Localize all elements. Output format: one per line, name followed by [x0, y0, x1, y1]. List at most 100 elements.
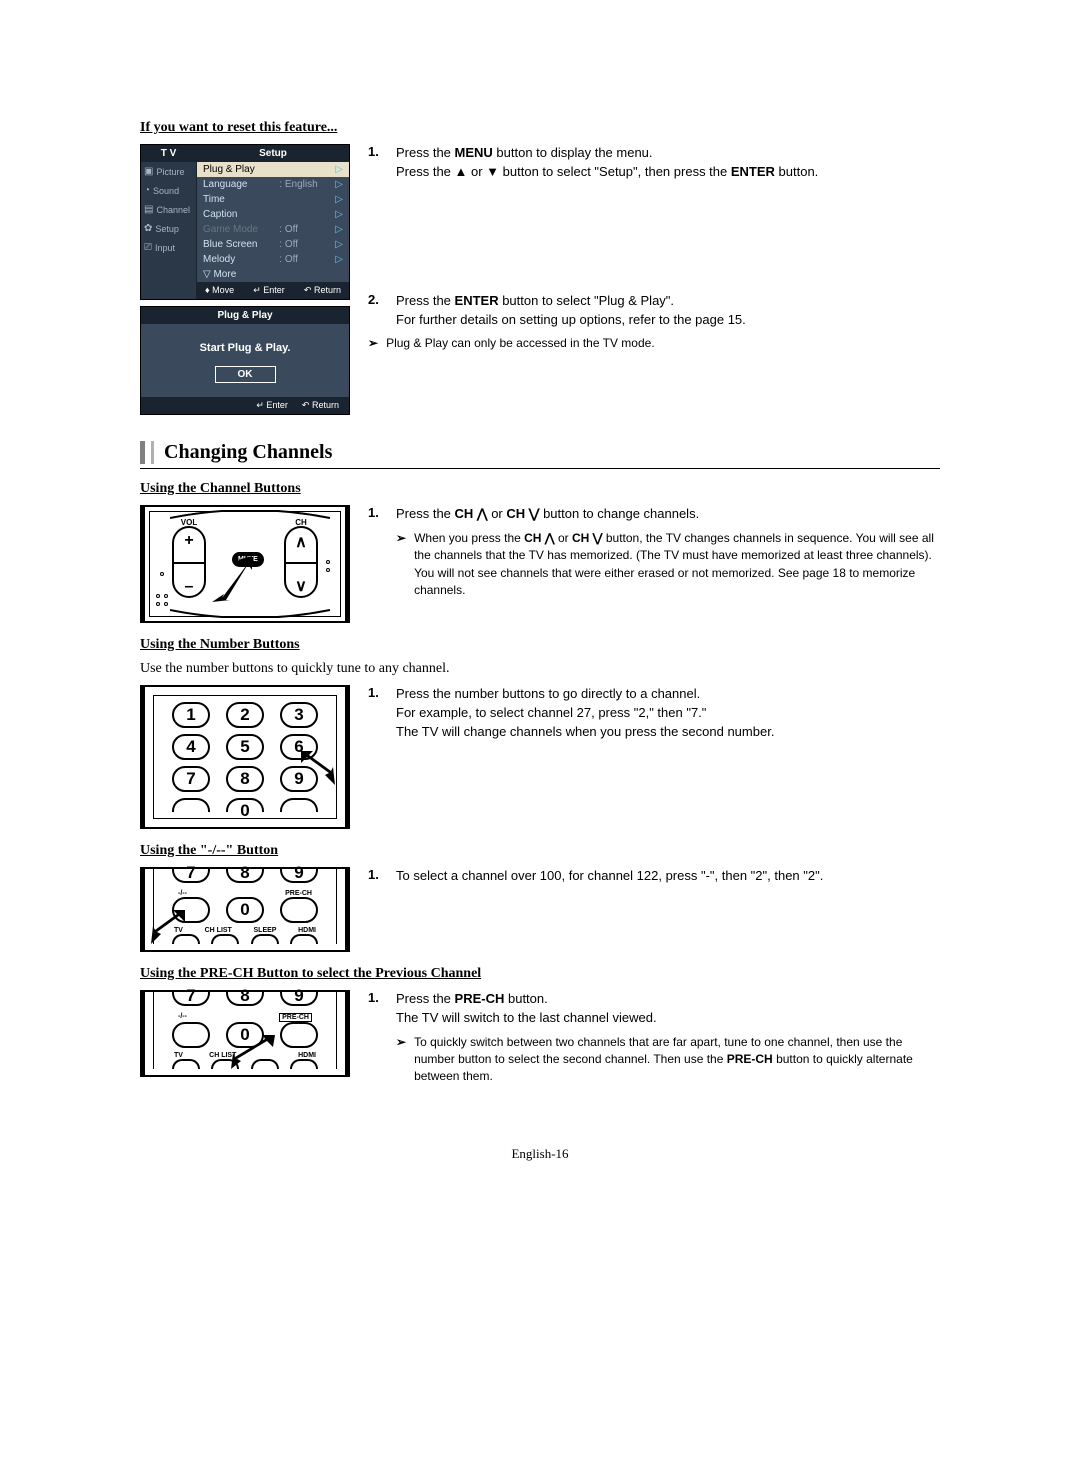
- dash-label: -/--: [178, 1013, 187, 1022]
- remote-numpad: 1 2 3 4 5 6 7 8 9 0: [140, 685, 350, 829]
- osd-footer-enter: Enter: [263, 285, 285, 295]
- osd-row-gamemode: Game Mode: Off▷: [197, 222, 349, 237]
- ch-up-icon: ∧: [295, 532, 307, 552]
- note-marker-icon: ➢: [396, 1034, 406, 1086]
- osd-side-input: ⎚Input: [141, 238, 196, 257]
- reset-heading: If you want to reset this feature...: [140, 120, 940, 136]
- number-step1: Press the number buttons to go directly …: [396, 685, 940, 742]
- bottom-btn: [211, 934, 239, 944]
- reset-step2: Press the ENTER button to select "Plug &…: [396, 292, 940, 330]
- note-marker-icon: ➢: [396, 530, 406, 600]
- remote-vol-ch: VOL + – CH ∧ ∨ MUTE: [140, 505, 350, 623]
- prech-step1: Press the PRE-CH button. The TV will swi…: [396, 990, 940, 1028]
- bottom-btn: [172, 1059, 200, 1069]
- volume-rocker: VOL + –: [172, 526, 206, 598]
- osd-footer-return: Return: [314, 285, 341, 295]
- vol-up-icon: +: [184, 532, 193, 550]
- page-number: English-16: [140, 1146, 940, 1162]
- enter-icon: ↵: [256, 400, 264, 410]
- callout-arrow-icon: [151, 910, 185, 944]
- return-icon: ↶: [304, 285, 312, 295]
- numpad-prech-button: [280, 897, 318, 923]
- numpad-8: 8: [226, 766, 264, 792]
- osd-row-caption: Caption▷: [197, 207, 349, 222]
- tv-label: TV: [174, 1052, 183, 1059]
- numpad-7: 7: [172, 869, 210, 883]
- osd-row-bluescreen: Blue Screen: Off▷: [197, 237, 349, 252]
- numpad-prech-button: [280, 1022, 318, 1048]
- pnp-ok-button: OK: [215, 366, 276, 383]
- sub-dash-button: Using the "-/--" Button: [140, 843, 940, 859]
- dash-step1: To select a channel over 100, for channe…: [396, 867, 940, 886]
- callout-arrow-icon: [231, 1035, 275, 1069]
- chlist-label: CH LIST: [205, 927, 232, 934]
- numpad-7: 7: [172, 992, 210, 1006]
- osd-tv-label: T V: [141, 145, 196, 162]
- osd-side-setup: ✿Setup: [141, 219, 196, 238]
- sub-prech-button: Using the PRE-CH Button to select the Pr…: [140, 966, 940, 982]
- step-number: 1.: [368, 867, 386, 886]
- step-number: 2.: [368, 292, 386, 330]
- numpad-3: 3: [280, 702, 318, 728]
- note-marker-icon: ➢: [368, 335, 378, 352]
- numpad-9: 9: [280, 992, 318, 1006]
- ch-down-icon: ∨: [295, 576, 307, 596]
- reset-step1: Press the MENU button to display the men…: [396, 144, 940, 182]
- hdmi-label: HDMI: [298, 927, 316, 934]
- step-number: 1.: [368, 505, 386, 524]
- channel-rocker: CH ∧ ∨: [284, 526, 318, 598]
- numpad-5: 5: [226, 734, 264, 760]
- step-number: 1.: [368, 144, 386, 182]
- osd-setup-title: Setup: [197, 145, 349, 162]
- sleep-label: SLEEP: [254, 927, 277, 934]
- bottom-btn: [251, 934, 279, 944]
- numpad-8: 8: [226, 992, 264, 1006]
- osd-footer-move: Move: [212, 285, 234, 295]
- reset-note: Plug & Play can only be accessed in the …: [386, 335, 655, 352]
- numpad-4: 4: [172, 734, 210, 760]
- pnp-footer-enter: Enter: [266, 400, 288, 410]
- enter-icon: ↵: [253, 285, 261, 295]
- numpad-8: 8: [226, 869, 264, 883]
- numpad-7: 7: [172, 766, 210, 792]
- step-number: 1.: [368, 685, 386, 742]
- return-icon: ↶: [302, 400, 310, 410]
- numpad-dash: [172, 798, 210, 812]
- remote-dash-area: 7 8 9 -/-- PRE-CH 0 TV CH LIST SL: [140, 867, 350, 952]
- prech-label-boxed: PRE-CH: [279, 1013, 312, 1022]
- prech-note: To quickly switch between two channels t…: [414, 1034, 940, 1086]
- sub-channel-buttons: Using the Channel Buttons: [140, 481, 940, 497]
- numpad-0: 0: [226, 897, 264, 923]
- osd-row-time: Time▷: [197, 192, 349, 207]
- step-number: 1.: [368, 990, 386, 1028]
- hdmi-label: HDMI: [298, 1052, 316, 1059]
- prech-label: PRE-CH: [285, 890, 312, 897]
- pnp-footer-return: Return: [312, 400, 339, 410]
- channels-step1: Press the CH ⋀ or CH ⋁ button to change …: [396, 505, 940, 524]
- numpad-0: 0: [226, 798, 264, 812]
- pnp-message: Start Plug & Play.: [141, 324, 349, 366]
- numpad-prech: [280, 798, 318, 812]
- osd-side-channel: ▤Channel: [141, 200, 196, 219]
- vol-down-icon: –: [185, 578, 194, 596]
- bottom-btn: [290, 1059, 318, 1069]
- number-intro: Use the number buttons to quickly tune t…: [140, 661, 940, 677]
- osd-row-language: Language: English▷: [197, 177, 349, 192]
- numpad-dash-button: [172, 1022, 210, 1048]
- channels-note1: When you press the CH ⋀ or CH ⋁ button, …: [414, 530, 940, 600]
- pnp-title: Plug & Play: [141, 307, 349, 324]
- numpad-9: 9: [280, 869, 318, 883]
- osd-row-plugplay: Plug & Play▷: [197, 162, 349, 177]
- numpad-1: 1: [172, 702, 210, 728]
- osd-row-melody: Melody: Off▷: [197, 252, 349, 267]
- callout-arrow-icon: [301, 751, 335, 785]
- numpad-2: 2: [226, 702, 264, 728]
- move-icon: ♦: [205, 285, 210, 295]
- osd-setup-menu: T V ▣Picture ◔Sound ▤Channel ✿Setup ⎚Inp…: [140, 144, 350, 300]
- remote-prech-area: 7 8 9 -/-- PRE-CH 0 TV CH LIST EP: [140, 990, 350, 1077]
- callout-arrow-icon: [212, 556, 252, 606]
- osd-side-sound: ◔Sound: [141, 181, 196, 200]
- dash-label: -/--: [178, 890, 187, 897]
- bottom-btn: [290, 934, 318, 944]
- osd-side-picture: ▣Picture: [141, 162, 196, 181]
